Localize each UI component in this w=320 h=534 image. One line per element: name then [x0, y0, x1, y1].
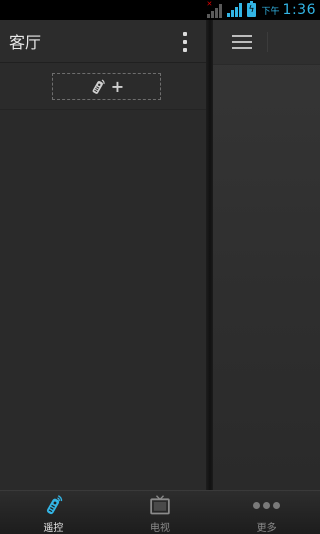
tab-more[interactable]: 更多	[213, 491, 320, 534]
remote-icon	[92, 78, 105, 94]
remote-icon	[47, 495, 63, 515]
add-remote-button[interactable]: +	[52, 73, 161, 100]
signal-icon	[226, 3, 242, 17]
add-remote-row: +	[0, 63, 210, 110]
right-panel	[213, 20, 320, 490]
tab-more-label: 更多	[256, 523, 277, 534]
action-bar-separator	[267, 32, 268, 52]
status-bar: ✕ ϟ 下午 1:36	[0, 0, 320, 20]
tv-icon	[150, 495, 170, 515]
battery-charging-icon: ϟ	[246, 1, 256, 17]
page-title: 客厅	[9, 33, 42, 52]
status-ampm: 下午	[261, 6, 280, 17]
more-icon	[253, 494, 281, 517]
tab-tv-label: 电视	[150, 523, 170, 534]
hamburger-menu-icon[interactable]	[232, 35, 252, 49]
tab-tv[interactable]: 电视	[107, 491, 214, 534]
status-clock: 1:36	[282, 2, 316, 18]
no-sim-signal-icon: ✕	[206, 1, 224, 18]
bottom-tab-bar: 遥控 电视 更多	[0, 490, 320, 534]
left-action-bar: 客厅	[0, 20, 210, 63]
plus-icon: +	[110, 76, 125, 96]
right-action-bar	[213, 20, 320, 65]
tab-remote-label: 遥控	[43, 523, 64, 534]
left-panel: 客厅 +	[0, 20, 210, 490]
tab-remote[interactable]: 遥控	[0, 491, 107, 534]
overflow-menu-icon[interactable]	[182, 32, 188, 52]
